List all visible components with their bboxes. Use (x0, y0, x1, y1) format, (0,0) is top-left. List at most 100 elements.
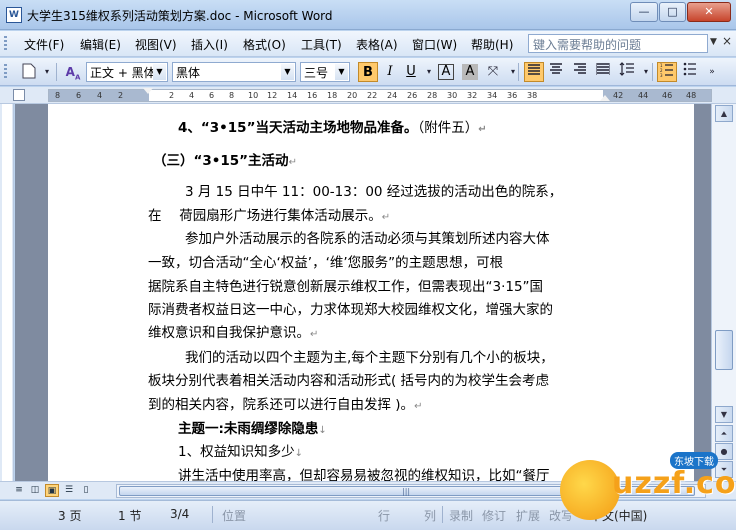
previous-page-button[interactable]: ⏶ (715, 425, 733, 442)
document-line[interactable]: 维权意识和自我保护意识。↵ (148, 321, 318, 341)
bullets-button[interactable] (680, 62, 700, 82)
ruler-track[interactable]: 8 6 4 2 2 4 6 8 10 12 14 16 18 20 22 24 … (48, 88, 712, 102)
align-justify-button[interactable] (524, 62, 544, 82)
numbering-button[interactable]: 123 (657, 62, 677, 82)
status-extend[interactable]: 扩展 (516, 507, 540, 524)
status-page[interactable]: 3 页 (58, 507, 81, 524)
document-line[interactable]: 板块分别代表着相关活动内容和活动形式( 括号内的为校学生会考虑 (148, 369, 549, 389)
italic-button[interactable]: I (380, 62, 400, 82)
more-options-icon[interactable]: » (703, 63, 721, 81)
distributed-align-button[interactable] (593, 62, 613, 82)
scroll-up-button[interactable]: ▲ (715, 105, 733, 122)
ruler-number: 12 (267, 91, 278, 100)
menu-view[interactable]: 视图(V) (135, 36, 177, 53)
styles-formatting-icon[interactable]: AA (64, 63, 82, 81)
status-revise[interactable]: 修订 (482, 507, 506, 524)
status-section[interactable]: 1 节 (118, 507, 141, 524)
section-heading-main-activity[interactable]: （三）“3•15”主活动↵ (153, 149, 297, 169)
document-line[interactable]: 参加户外活动展示的各院系的活动必须与其策划所述内容大体 (185, 227, 550, 247)
toolbar-options-icon[interactable]: ▾ (38, 63, 56, 81)
align-center-button[interactable] (546, 62, 566, 82)
toolbar-grip[interactable] (4, 64, 7, 80)
outline-view-icon[interactable]: ☰ (62, 484, 76, 497)
vertical-ruler[interactable] (0, 104, 14, 481)
help-search-input[interactable]: 键入需要帮助的问题 (528, 34, 708, 53)
ruler-number: 48 (686, 91, 697, 100)
first-line-indent-marker[interactable] (143, 88, 153, 94)
document-line[interactable]: 1、权益知识知多少↓ (178, 440, 303, 460)
help-dropdown-icon[interactable]: ▼ (710, 37, 717, 47)
reading-layout-icon[interactable]: ▯ (79, 484, 93, 497)
status-position[interactable]: 位置 (222, 507, 246, 524)
tab-selector-icon[interactable] (13, 89, 25, 101)
status-separator (442, 506, 443, 523)
menu-table[interactable]: 表格(A) (356, 36, 398, 53)
maximize-button[interactable]: □ (659, 2, 686, 22)
vertical-scrollbar[interactable]: ▲ ▼ ⏶ ● ⏷ (711, 104, 736, 481)
character-scale-dropdown-icon[interactable]: ▾ (504, 63, 522, 81)
scroll-grip-icon: ||| (402, 487, 411, 496)
menu-insert[interactable]: 插入(I) (191, 36, 228, 53)
document-area: 4、“3•15”当天活动主场地物品准备。（附件五）↵ （三）“3•15”主活动↵… (15, 104, 711, 481)
ruler-number: 30 (447, 91, 458, 100)
theme-one-heading[interactable]: 主题一:未雨绸缪除隐患↓ (178, 417, 327, 437)
document-line[interactable]: 际消费者权益日这一中心，力求体现郑大校园维权文化，增强大家的 (148, 298, 553, 318)
style-select[interactable]: 正文 + 黑体 ▼ (86, 62, 168, 82)
menu-format[interactable]: 格式(O) (243, 36, 286, 53)
minimize-button[interactable]: — (630, 2, 658, 22)
document-line[interactable]: 我们的活动以四个主题为主,每个主题下分别有几个小的板块， (185, 346, 554, 366)
menu-grip[interactable] (4, 36, 7, 52)
document-line[interactable]: 讲生活中使用率高，但却容易易被忽视的维权知识，比如“餐厅 (178, 464, 550, 481)
toolbar-separator (652, 63, 653, 81)
print-layout-icon[interactable]: ▣ (45, 484, 59, 497)
menu-edit[interactable]: 编辑(E) (80, 36, 121, 53)
menu-window[interactable]: 窗口(W) (412, 36, 457, 53)
bold-button[interactable]: B (358, 62, 378, 82)
ruler-number: 22 (367, 91, 378, 100)
new-document-icon[interactable] (20, 63, 38, 81)
scroll-down-button[interactable]: ▼ (715, 406, 733, 423)
horizontal-ruler[interactable]: 8 6 4 2 2 4 6 8 10 12 14 16 18 20 22 24 … (0, 87, 736, 104)
font-select[interactable]: 黑体 ▼ (172, 62, 296, 82)
underline-button[interactable]: U (401, 62, 421, 82)
status-page-of[interactable]: 3/4 (170, 507, 189, 521)
vertical-scroll-thumb[interactable] (715, 330, 733, 370)
character-border-button[interactable]: A (438, 64, 454, 80)
font-size-select[interactable]: 三号 ▼ (300, 62, 350, 82)
status-separator (212, 506, 213, 523)
chevron-down-icon[interactable]: ▼ (153, 64, 166, 80)
ruler-number: 42 (613, 91, 624, 100)
status-line[interactable]: 行 (378, 507, 390, 524)
menu-help[interactable]: 帮助(H) (471, 36, 513, 53)
document-page[interactable]: 4、“3•15”当天活动主场地物品准备。（附件五）↵ （三）“3•15”主活动↵… (48, 104, 694, 481)
document-line[interactable]: 3 月 15 日中午 11：00-13：00 经过选拔的活动出色的院系， (185, 180, 562, 200)
right-indent-marker[interactable] (600, 95, 610, 101)
chevron-down-icon[interactable]: ▼ (281, 64, 294, 80)
heading-item-4[interactable]: 4、“3•15”当天活动主场地物品准备。（附件五）↵ (178, 116, 487, 136)
ruler-number: 4 (189, 91, 195, 100)
line-spacing-button[interactable] (617, 62, 637, 82)
document-line[interactable]: 据院系自主特色进行锐意创新展示维权工作，但需表现出“3·15”国 (148, 275, 543, 295)
web-layout-icon[interactable]: ◫ (28, 484, 42, 497)
ruler-number: 20 (347, 91, 358, 100)
status-column[interactable]: 列 (424, 507, 436, 524)
underline-options-icon[interactable]: ▾ (420, 63, 438, 81)
menu-tools[interactable]: 工具(T) (301, 36, 342, 53)
character-scale-icon[interactable]: ⤧ (484, 63, 502, 81)
document-line[interactable]: 一致，切合活动“全心‘权益’，‘维’您服务”的主题思想，可根 (148, 251, 503, 271)
ruler-number: 44 (638, 91, 649, 100)
normal-view-icon[interactable]: ≡ (12, 484, 26, 497)
word-app-icon[interactable]: W (6, 7, 22, 23)
document-line[interactable]: 到的相关内容，院系还可以进行自由发挥 )。↵ (148, 393, 422, 413)
ruler-number: 32 (467, 91, 478, 100)
ruler-number: 16 (307, 91, 318, 100)
document-line[interactable]: 在 荷园扇形广场进行集体活动展示。↵ (148, 204, 390, 224)
chevron-down-icon[interactable]: ▼ (335, 64, 348, 80)
menu-file[interactable]: 文件(F) (24, 36, 64, 53)
close-button[interactable]: ✕ (687, 2, 731, 22)
character-shading-button[interactable]: A (462, 64, 478, 80)
align-right-button[interactable] (570, 62, 590, 82)
close-document-button[interactable]: × (722, 34, 732, 48)
status-record[interactable]: 录制 (449, 507, 473, 524)
ruler-number: 24 (387, 91, 398, 100)
